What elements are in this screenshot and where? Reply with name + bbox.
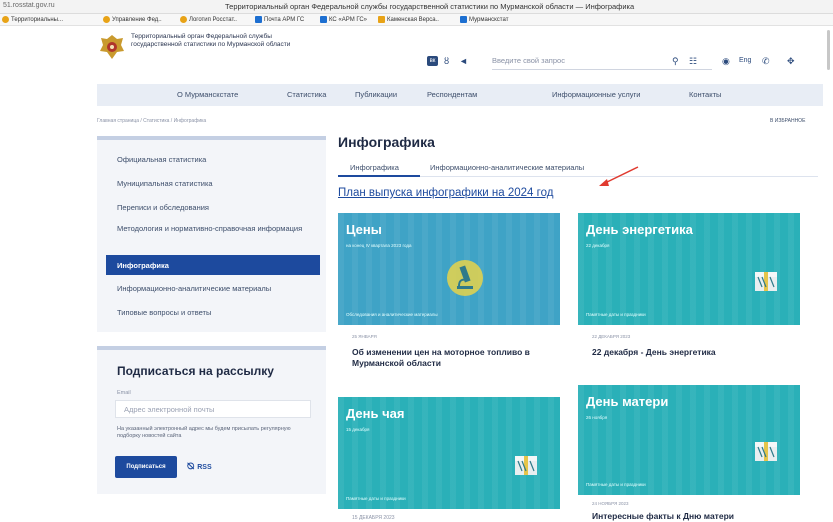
bookmark-item[interactable]: Логотип Росстат.. (180, 16, 237, 23)
card-subtitle: 26 ноября (586, 415, 608, 420)
filter-icon[interactable]: ☷ (689, 56, 697, 67)
card-subtitle: на конец IV квартала 2023 года (346, 243, 412, 248)
nav-item-services[interactable]: Информационные услуги (552, 90, 640, 99)
nav-item-contacts[interactable]: Контакты (689, 90, 721, 99)
card-caption[interactable]: 22 декабря - День энергетика (592, 347, 802, 358)
nav-item-respondents[interactable]: Респондентам (427, 90, 477, 99)
card-title: Цены (346, 222, 382, 237)
sidebar-item-censuses[interactable]: Переписи и обследования (117, 203, 307, 213)
card-category: Памятные даты и праздники (586, 482, 646, 487)
sidebar-accent-bar (97, 136, 326, 140)
card-subtitle: 22 декабря (586, 243, 610, 248)
card-subtitle: 15 декабря (346, 427, 370, 432)
subscribe-button[interactable]: Подписаться (115, 456, 177, 478)
card-date: 15 ДЕКАБРЯ 2023 (352, 515, 395, 521)
star-icon (103, 16, 110, 23)
infographic-card[interactable]: День энергетика 22 декабря Памятные даты… (578, 213, 800, 325)
vk-icon[interactable]: вк (427, 56, 438, 66)
tab-infographics[interactable]: Инфографика (350, 163, 399, 172)
bookmark-item[interactable]: Управление Фед.. (103, 16, 162, 23)
address-bar[interactable]: 51.rosstat.gov.ru (3, 2, 55, 9)
subscribe-title: Подписаться на рассылку (117, 364, 274, 378)
mail-icon (255, 16, 262, 23)
card-category: Памятные даты и праздники (586, 312, 646, 317)
rss-link[interactable]: ⦰ RSS (187, 461, 212, 472)
infographic-card[interactable]: День чая 15 декабря Памятные даты и праз… (338, 397, 560, 509)
card-date: 24 НОЯБРЯ 2023 (592, 501, 629, 506)
gift-icon (515, 456, 537, 475)
sidebar-item-methodology[interactable]: Методология и нормативно-справочная инфо… (117, 224, 307, 234)
nav-item-statistics[interactable]: Статистика (287, 90, 326, 99)
gift-icon (755, 272, 777, 291)
eye-icon[interactable]: ◉ (722, 56, 730, 67)
tab-analytics[interactable]: Информационно-аналитические материалы (430, 163, 584, 172)
telegram-icon[interactable]: ◄ (459, 56, 468, 66)
sidebar: Официальная статистика Муниципальная ста… (97, 136, 326, 332)
email-label: Email (117, 390, 131, 396)
window-title: Территориальный орган Федеральной службы… (225, 2, 635, 11)
email-field[interactable]: Адрес электронной почты (115, 400, 311, 418)
card-caption[interactable]: Интересные факты к Дню матери (592, 511, 807, 522)
scrollbar[interactable] (827, 30, 830, 70)
page-title: Инфографика (338, 134, 435, 150)
bookmark-item[interactable]: Каменская Верса.. (378, 16, 439, 23)
card-category: Памятные даты и праздники (346, 496, 406, 501)
search-icon[interactable]: ⚲ (672, 56, 679, 67)
browser-titlebar: 51.rosstat.gov.ru Территориальный орган … (0, 0, 833, 14)
sidebar-item-official[interactable]: Официальная статистика (117, 155, 307, 165)
org-name[interactable]: Территориальный орган Федеральной службы… (131, 33, 291, 49)
emblem-small-icon[interactable]: ✥ (787, 56, 795, 67)
card-title: День матери (586, 394, 669, 409)
plan-link[interactable]: План выпуска инфографики на 2024 год (338, 187, 553, 199)
infographic-card[interactable]: Цены на конец IV квартала 2023 года Обсл… (338, 213, 560, 325)
search-input[interactable]: Введите свой запрос (492, 54, 712, 70)
app-icon (460, 16, 467, 23)
card-caption[interactable]: Об изменении цен на моторное топливо в М… (352, 347, 557, 369)
card-title: День чая (346, 406, 405, 421)
subscribe-panel: Подписаться на рассылку Email Адрес элек… (97, 346, 326, 494)
ok-icon[interactable]: ȣ (444, 56, 449, 66)
card-title: День энергетика (586, 222, 693, 237)
sidebar-item-infographics[interactable]: Инфографика (106, 255, 320, 275)
card-date: 22 ДЕКАБРЯ 2023 (592, 334, 631, 339)
phone-icon[interactable]: ✆ (762, 56, 770, 67)
main-nav: О Мурманскстате Статистика Публикации Ре… (97, 84, 823, 106)
gift-icon (755, 442, 777, 461)
subscribe-accent-bar (97, 346, 326, 350)
nav-item-about[interactable]: О Мурманскстате (177, 90, 238, 99)
microscope-icon (447, 260, 483, 296)
bookmarks-bar: Территориальны... Управление Фед.. Логот… (0, 14, 833, 26)
infographic-card[interactable]: День матери 26 ноября Памятные даты и пр… (578, 385, 800, 495)
subscribe-note: На указанный электронный адрес мы будем … (117, 426, 291, 439)
emblem-icon[interactable] (97, 32, 127, 62)
tab-active-indicator (338, 175, 420, 177)
annotation-arrow-icon (599, 166, 639, 186)
favorites-link[interactable]: В ИЗБРАННОЕ (770, 118, 805, 124)
rss-icon: ⦰ (187, 461, 195, 471)
app-icon (378, 16, 385, 23)
lang-switch[interactable]: Eng (739, 57, 751, 64)
star-icon (180, 16, 187, 23)
card-category: Обследования и аналитические материалы (346, 312, 438, 317)
star-icon (2, 16, 9, 23)
bookmark-item[interactable]: КС «АРМ ГС» (320, 16, 367, 23)
bookmark-item[interactable]: Территориальны... (2, 16, 63, 23)
sidebar-item-analytics[interactable]: Информационно-аналитические материалы (117, 284, 307, 294)
breadcrumb[interactable]: Главная страница / Статистика / Инфограф… (97, 118, 206, 124)
sidebar-item-municipal[interactable]: Муниципальная статистика (117, 179, 307, 189)
app-icon (320, 16, 327, 23)
card-date: 25 ЯНВАРЯ (352, 334, 377, 339)
nav-item-publications[interactable]: Публикации (355, 90, 397, 99)
site-header: Территориальный орган Федеральной службы… (97, 26, 833, 84)
bookmark-item[interactable]: Почта АРМ ГС (255, 16, 304, 23)
sidebar-item-faq[interactable]: Типовые вопросы и ответы (117, 308, 307, 318)
bookmark-item[interactable]: Мурманскстат (460, 16, 508, 23)
